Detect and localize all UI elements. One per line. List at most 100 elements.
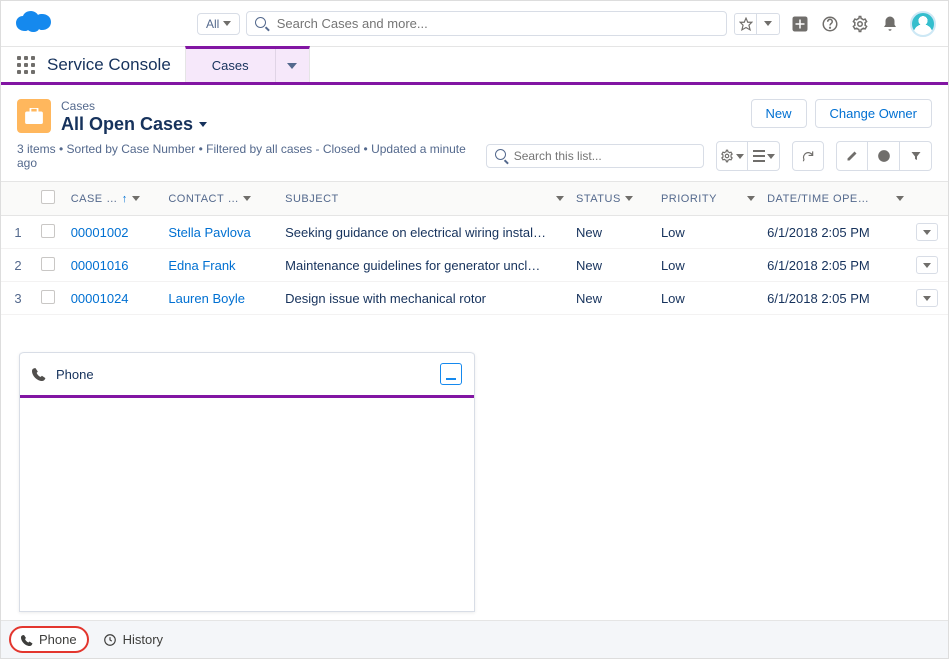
col-priority[interactable]: PRIORITY [661, 193, 717, 205]
favorite-star-icon[interactable] [735, 14, 757, 34]
filter-button[interactable] [900, 141, 932, 171]
row-number: 1 [1, 216, 35, 249]
row-checkbox[interactable] [41, 224, 55, 238]
global-header: All [1, 1, 948, 47]
favorites-group [734, 13, 780, 35]
chart-button[interactable] [868, 141, 900, 171]
list-view-switcher[interactable]: All Open Cases [61, 114, 207, 135]
object-label: Cases [61, 99, 207, 113]
row-actions-button[interactable] [916, 223, 938, 241]
minimize-button[interactable] [440, 363, 462, 385]
contact-link[interactable]: Lauren Boyle [168, 291, 245, 306]
help-icon[interactable] [820, 14, 840, 34]
search-scope-dropdown[interactable]: All [197, 13, 240, 35]
column-menu-icon[interactable] [556, 196, 564, 201]
new-button[interactable]: New [751, 99, 807, 128]
phone-utility-panel: Phone [19, 352, 475, 612]
sort-asc-icon: ↑ [122, 193, 128, 205]
status-cell: New [570, 216, 655, 249]
history-icon [103, 633, 117, 647]
status-cell: New [570, 249, 655, 282]
phone-panel-header: Phone [20, 352, 474, 398]
cases-object-icon [17, 99, 51, 133]
priority-cell: Low [655, 249, 761, 282]
col-status[interactable]: STATUS [576, 193, 621, 205]
col-datetime[interactable]: DATE/TIME OPE… [767, 193, 869, 205]
list-search[interactable] [486, 144, 704, 168]
contact-link[interactable]: Edna Frank [168, 258, 235, 273]
subject-cell: Design issue with mechanical rotor [279, 282, 570, 315]
phone-panel-title: Phone [56, 367, 94, 382]
col-case-number[interactable]: CASE … [71, 193, 118, 205]
column-menu-icon[interactable] [747, 196, 755, 201]
caret-down-icon [923, 230, 931, 235]
change-owner-button[interactable]: Change Owner [815, 99, 932, 128]
list-view-header: Cases All Open Cases [61, 99, 207, 135]
contact-link[interactable]: Stella Pavlova [168, 225, 250, 240]
list-view-meta-row: 3 items • Sorted by Case Number • Filter… [1, 141, 948, 181]
col-subject[interactable]: SUBJECT [285, 193, 339, 205]
favorites-dropdown-icon[interactable] [757, 14, 779, 34]
utility-phone-label: Phone [39, 632, 77, 647]
list-view-name: All Open Cases [61, 114, 193, 135]
row-number: 2 [1, 249, 35, 282]
row-checkbox[interactable] [41, 257, 55, 271]
column-menu-icon[interactable] [243, 196, 251, 201]
caret-down-icon [223, 21, 231, 26]
row-actions-button[interactable] [916, 256, 938, 274]
priority-cell: Low [655, 282, 761, 315]
column-menu-icon[interactable] [132, 196, 140, 201]
table-row[interactable]: 2 00001016 Edna Frank Maintenance guideline… [1, 249, 948, 282]
column-menu-icon[interactable] [625, 196, 633, 201]
utility-bar: Phone History [1, 620, 948, 658]
nav-tab-dropdown[interactable] [275, 49, 309, 82]
global-search-input[interactable] [277, 16, 718, 31]
minimize-icon [446, 378, 456, 380]
add-tab-icon[interactable] [790, 14, 810, 34]
table-row[interactable]: 1 00001002 Stella Pavlova Seeking guidance … [1, 216, 948, 249]
row-checkbox[interactable] [41, 290, 55, 304]
nav-tab-label: Cases [186, 58, 275, 73]
inline-edit-button[interactable] [836, 141, 868, 171]
case-list-table: CASE … ↑ CONTACT … SUBJECT STATUS PRIORIT… [1, 181, 948, 315]
global-search: All [197, 11, 727, 36]
utility-phone[interactable]: Phone [9, 626, 89, 653]
subject-cell: Seeking guidance on electrical wiring in… [279, 216, 570, 249]
app-launcher-icon [17, 56, 35, 74]
search-icon [495, 149, 508, 163]
column-menu-icon[interactable] [896, 196, 904, 201]
user-avatar[interactable] [910, 11, 936, 37]
datetime-cell: 6/1/2018 2:05 PM [761, 282, 910, 315]
row-number: 3 [1, 282, 35, 315]
search-scope-label: All [206, 17, 219, 31]
priority-cell: Low [655, 216, 761, 249]
caret-down-icon [199, 122, 207, 127]
page-header: Cases All Open Cases New Change Owner [1, 85, 948, 141]
notifications-bell-icon[interactable] [880, 14, 900, 34]
row-actions-button[interactable] [916, 289, 938, 307]
status-cell: New [570, 282, 655, 315]
nav-tab-cases[interactable]: Cases [185, 46, 310, 82]
table-row[interactable]: 3 00001024 Lauren Boyle Design issue with m… [1, 282, 948, 315]
col-contact[interactable]: CONTACT … [168, 193, 239, 205]
list-view-controls-button[interactable] [716, 141, 748, 171]
utility-history[interactable]: History [93, 628, 173, 651]
header-actions [734, 11, 936, 37]
phone-icon [32, 367, 46, 381]
display-as-button[interactable] [748, 141, 780, 171]
phone-icon [21, 634, 33, 646]
case-number-link[interactable]: 00001016 [71, 258, 129, 273]
caret-down-icon [923, 296, 931, 301]
list-search-input[interactable] [514, 149, 695, 163]
case-number-link[interactable]: 00001024 [71, 291, 129, 306]
search-box[interactable] [246, 11, 727, 36]
setup-gear-icon[interactable] [850, 14, 870, 34]
search-icon [255, 17, 268, 31]
case-number-link[interactable]: 00001002 [71, 225, 129, 240]
refresh-button[interactable] [792, 141, 824, 171]
app-name: Service Console [47, 55, 171, 75]
nav-bar: Service Console Cases [1, 47, 948, 85]
select-all-checkbox[interactable] [41, 190, 55, 204]
app-launcher[interactable]: Service Console [1, 47, 185, 82]
subject-cell: Maintenance guidelines for generator unc… [279, 249, 570, 282]
